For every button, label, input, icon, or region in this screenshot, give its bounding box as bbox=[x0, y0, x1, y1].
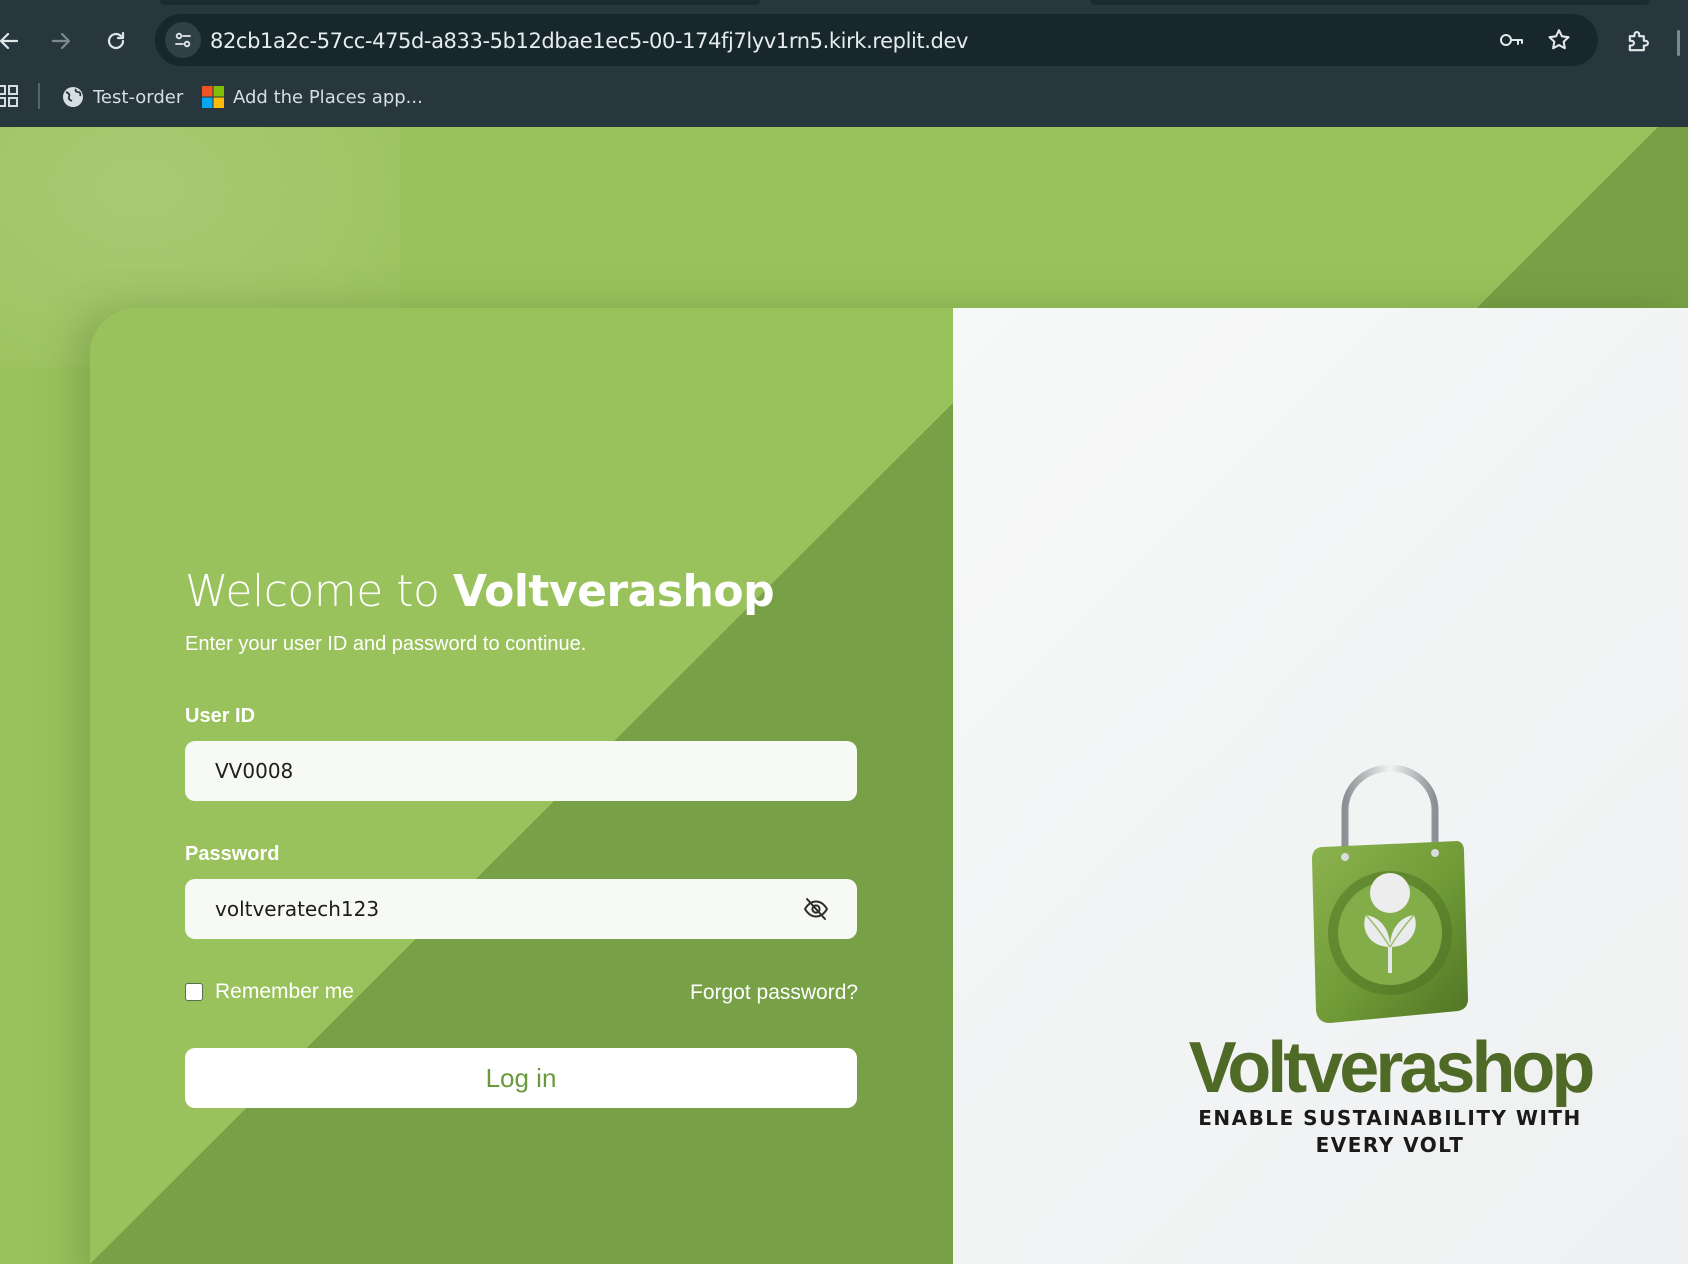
login-subtitle: Enter your user ID and password to conti… bbox=[185, 633, 587, 655]
tagline-line-2: EVERY VOLT bbox=[1315, 1133, 1465, 1157]
user-id-value: VV0008 bbox=[215, 759, 294, 783]
apps-grid-icon[interactable] bbox=[0, 85, 18, 107]
site-info-button[interactable] bbox=[165, 22, 201, 58]
bookmarks-bar: Test-order Add the Places app... bbox=[0, 78, 1688, 120]
bookmark-star-button[interactable] bbox=[1545, 26, 1573, 54]
tagline-line-1: ENABLE SUSTAINABILITY WITH bbox=[1198, 1106, 1582, 1130]
eye-off-icon[interactable] bbox=[803, 896, 829, 922]
remember-checkbox[interactable] bbox=[185, 983, 203, 1001]
password-input[interactable]: voltveratech123 bbox=[185, 879, 857, 939]
tab-edge bbox=[160, 0, 760, 5]
reload-icon bbox=[107, 31, 125, 50]
star-icon bbox=[1548, 29, 1570, 50]
browser-chrome: 82cb1a2c-57cc-475d-a833-5b12dbae1ec5-00-… bbox=[0, 0, 1688, 127]
page-background: Welcome to Voltverashop Enter your user … bbox=[0, 127, 1688, 1264]
voltverashop-logo: Voltverashop ENABLE SUSTAINABILITY WITH … bbox=[1170, 765, 1610, 1165]
user-id-input[interactable]: VV0008 bbox=[185, 741, 857, 801]
bookmark-test-order[interactable]: Test-order bbox=[62, 82, 183, 112]
remember-me[interactable]: Remember me bbox=[185, 980, 354, 1004]
forgot-password-link[interactable]: Forgot password? bbox=[690, 981, 858, 1005]
user-id-label: User ID bbox=[185, 705, 256, 727]
back-arrow-icon bbox=[0, 32, 19, 50]
back-button[interactable] bbox=[0, 24, 26, 58]
login-button[interactable]: Log in bbox=[185, 1048, 857, 1108]
tab-edge bbox=[1090, 0, 1650, 5]
password-label: Password bbox=[185, 843, 280, 865]
welcome-heading: Welcome to Voltverashop bbox=[185, 566, 775, 617]
bookmarks-separator bbox=[38, 83, 40, 109]
login-panel: Welcome to Voltverashop Enter your user … bbox=[90, 308, 953, 1264]
remember-label: Remember me bbox=[215, 980, 354, 1003]
password-key-button[interactable] bbox=[1497, 26, 1525, 54]
password-value: voltveratech123 bbox=[215, 897, 380, 921]
globe-icon bbox=[63, 87, 83, 107]
browser-toolbar: 82cb1a2c-57cc-475d-a833-5b12dbae1ec5-00-… bbox=[0, 8, 1688, 72]
reload-button[interactable] bbox=[99, 24, 133, 58]
welcome-prefix: Welcome to bbox=[185, 566, 440, 617]
microsoft-icon bbox=[202, 86, 224, 108]
puzzle-icon bbox=[1628, 31, 1649, 52]
tune-icon bbox=[175, 32, 191, 48]
bookmark-label: Test-order bbox=[93, 86, 184, 108]
forward-button[interactable] bbox=[44, 24, 78, 58]
logo-wordmark: Voltverashop bbox=[1188, 1028, 1596, 1108]
address-bar[interactable]: 82cb1a2c-57cc-475d-a833-5b12dbae1ec5-00-… bbox=[155, 14, 1598, 66]
logo-tagline: ENABLE SUSTAINABILITY WITH EVERY VOLT bbox=[1170, 1105, 1610, 1159]
menu-edge bbox=[1677, 30, 1680, 56]
extensions-button[interactable] bbox=[1622, 26, 1654, 58]
forward-arrow-icon bbox=[51, 32, 71, 50]
url-text[interactable]: 82cb1a2c-57cc-475d-a833-5b12dbae1ec5-00-… bbox=[210, 29, 968, 53]
key-icon bbox=[1500, 34, 1523, 46]
shopping-bag-logo-icon bbox=[1312, 765, 1468, 1023]
bookmark-add-places[interactable]: Add the Places app... bbox=[202, 82, 423, 112]
welcome-brand: Voltverashop bbox=[452, 566, 775, 617]
bookmark-label: Add the Places app... bbox=[233, 86, 423, 108]
